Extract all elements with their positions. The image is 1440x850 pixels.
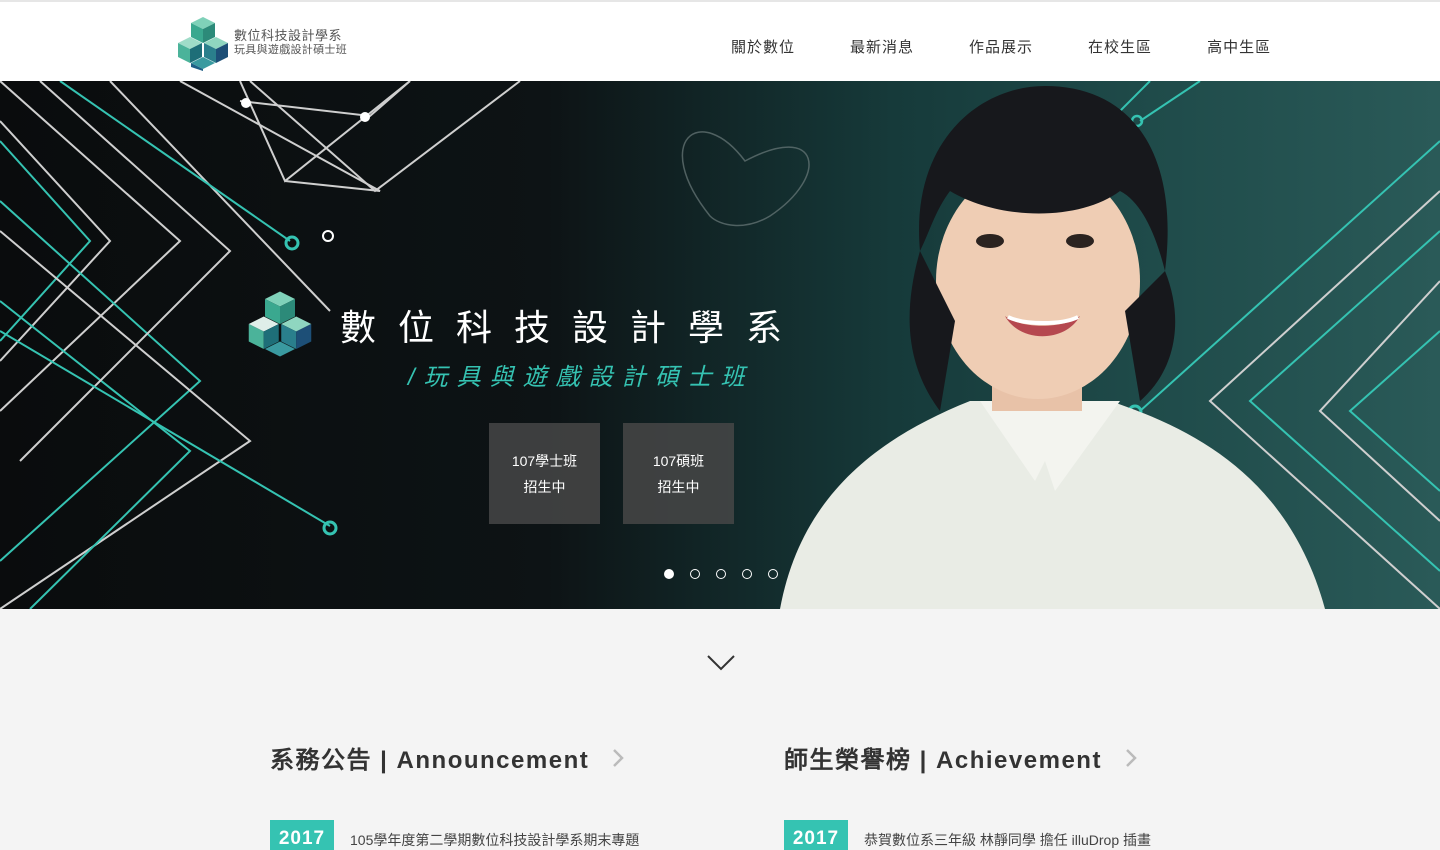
cta-line: 招生中	[657, 478, 700, 495]
achievement-item[interactable]: 2017 恭賀數位系三年級 林靜同學 擔任 illuDrop 插畫	[784, 820, 1151, 850]
carousel-dot-4[interactable]	[742, 569, 752, 579]
nav-news[interactable]: 最新消息	[850, 36, 914, 57]
hero-title: 數位科技設計學系	[340, 308, 805, 349]
nav-about[interactable]: 關於數位	[731, 36, 795, 57]
cta-line: 107學士班	[511, 452, 578, 469]
carousel-dot-1[interactable]	[664, 569, 674, 579]
year-badge: 2017	[784, 820, 848, 850]
chevron-down-icon[interactable]	[706, 652, 736, 674]
main-nav: 關於數位 最新消息 作品展示 在校生區 高中生區	[731, 36, 1271, 57]
achievement-text: 恭賀數位系三年級 林靜同學 擔任 illuDrop 插畫	[864, 832, 1152, 848]
nav-highschool[interactable]: 高中生區	[1207, 36, 1271, 57]
logo-cube-icon	[178, 17, 228, 71]
carousel-pagination	[664, 569, 794, 579]
bachelor-admission-button[interactable]: 107學士班 招生中	[489, 423, 600, 524]
announcement-title: 系務公告 | Announcement	[270, 747, 590, 774]
hero-logo-icon	[248, 291, 312, 357]
announcement-text: 105學年度第二學期數位科技設計學系期末專題	[350, 832, 640, 848]
chevron-right-icon[interactable]	[1124, 747, 1138, 769]
achievement-title: 師生榮譽榜 | Achievement	[784, 747, 1102, 774]
carousel-dot-2[interactable]	[690, 569, 700, 579]
master-admission-button[interactable]: 107碩班 招生中	[623, 423, 734, 524]
nav-students[interactable]: 在校生區	[1088, 36, 1152, 57]
achievement-heading[interactable]: 師生榮譽榜 | Achievement	[784, 740, 1138, 775]
year-badge: 2017	[270, 820, 334, 850]
announcement-heading[interactable]: 系務公告 | Announcement	[270, 740, 625, 775]
hero-subtitle: /玩具與遊戲設計碩士班	[408, 364, 754, 391]
hero-carousel[interactable]: 數位科技設計學系 /玩具與遊戲設計碩士班 107學士班 招生中 107碩班 招生…	[0, 81, 1440, 609]
carousel-dot-3[interactable]	[716, 569, 726, 579]
carousel-dot-5[interactable]	[768, 569, 778, 579]
announcement-item[interactable]: 2017 105學年度第二學期數位科技設計學系期末專題	[270, 820, 639, 850]
student-photo	[780, 86, 1325, 609]
logo-subtitle: 玩具與遊戲設計碩士班	[234, 44, 347, 57]
logo-title: 數位科技設計學系	[234, 28, 343, 44]
nav-works[interactable]: 作品展示	[969, 36, 1033, 57]
site-header: 數位科技設計學系 玩具與遊戲設計碩士班 關於數位 最新消息 作品展示 在校生區 …	[0, 0, 1440, 81]
site-logo[interactable]: 數位科技設計學系 玩具與遊戲設計碩士班	[178, 14, 348, 72]
cta-line: 招生中	[523, 478, 566, 495]
chevron-right-icon[interactable]	[611, 747, 625, 769]
cta-line: 107碩班	[652, 452, 705, 469]
